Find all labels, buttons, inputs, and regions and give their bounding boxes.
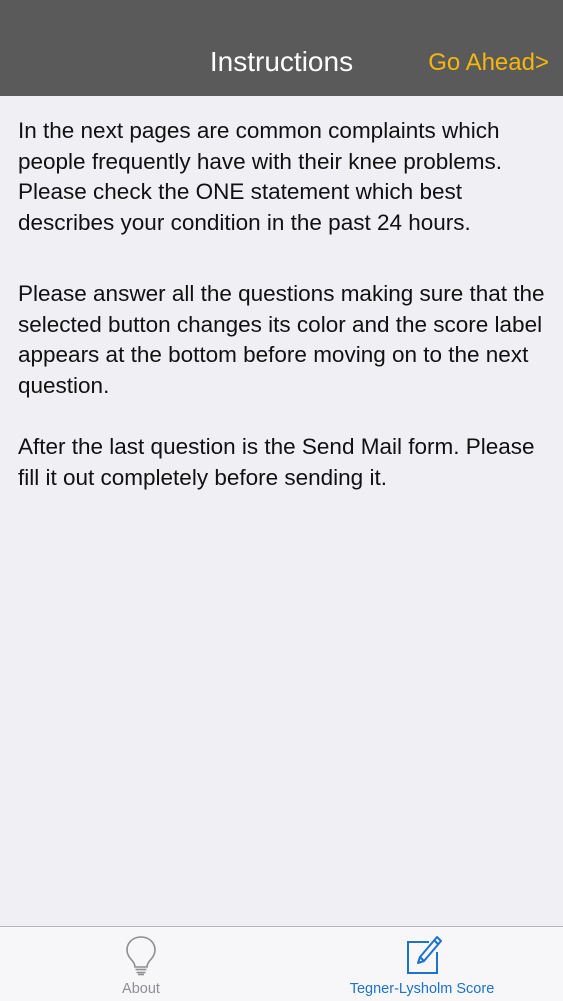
instruction-paragraph-1: In the next pages are common complaints … (18, 118, 503, 235)
tab-tegner-lysholm-score[interactable]: Tegner-Lysholm Score (281, 927, 563, 1001)
tab-score-label: Tegner-Lysholm Score (349, 981, 495, 997)
instruction-paragraph-3: After the last question is the Send Mail… (18, 434, 535, 490)
tab-bar: About Tegner-Lysholm Score (0, 926, 563, 1001)
lightbulb-icon (126, 936, 156, 976)
tab-about-label: About (122, 981, 160, 997)
pencil-square-icon (407, 936, 442, 974)
tab-about[interactable]: About (0, 927, 282, 1001)
instructions-content: In the next pages are common complaints … (18, 116, 548, 493)
go-ahead-button[interactable]: Go Ahead> (428, 46, 549, 80)
instruction-paragraph-2: Please answer all the questions making s… (18, 281, 545, 398)
navigation-bar: Instructions Go Ahead> (0, 0, 563, 96)
